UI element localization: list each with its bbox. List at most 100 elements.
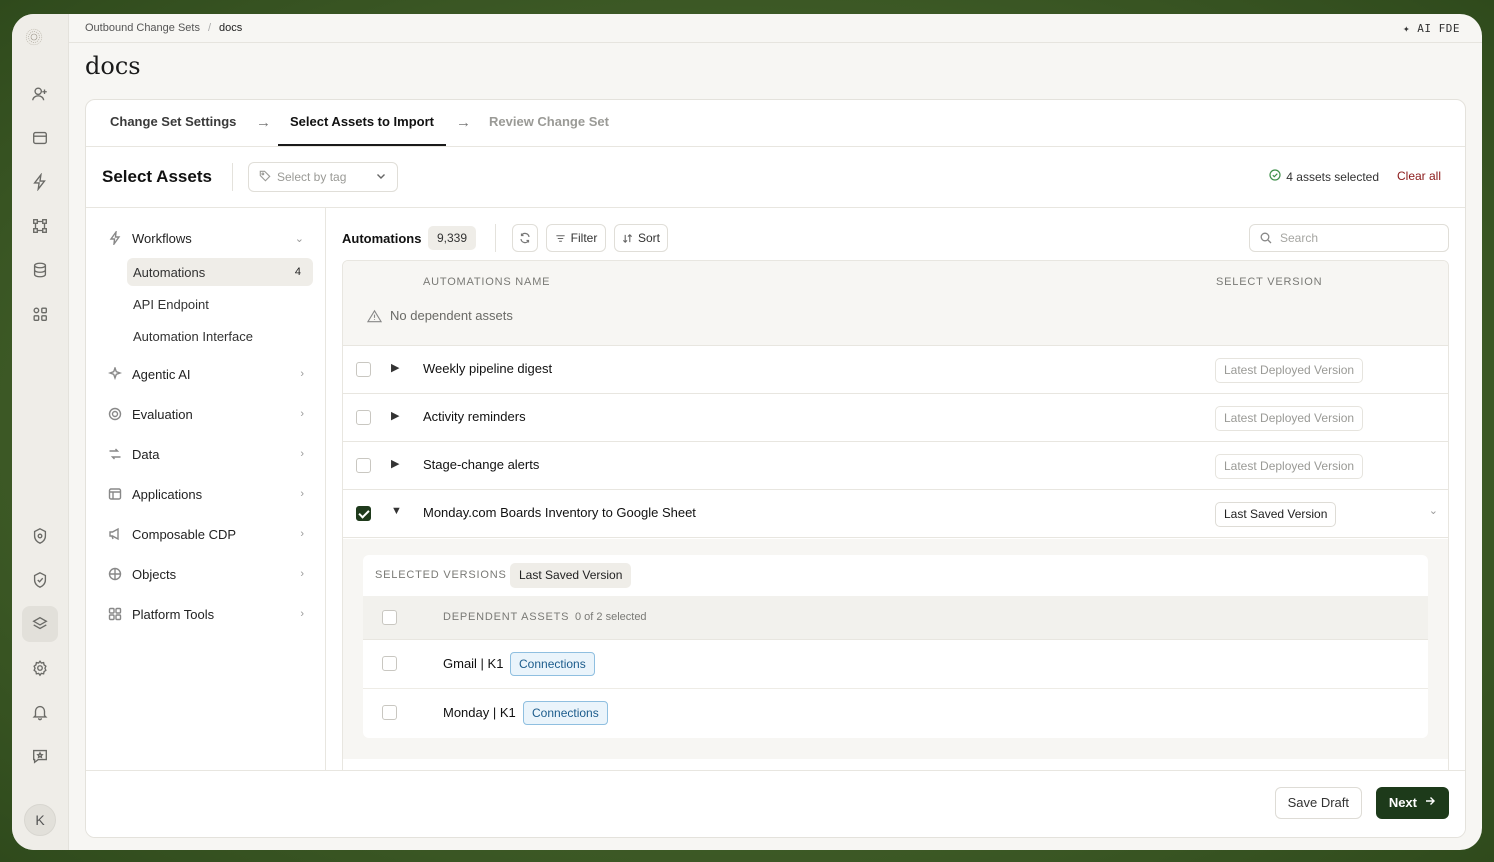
save-draft-button[interactable]: Save Draft xyxy=(1274,787,1362,819)
database-icon[interactable] xyxy=(22,252,58,288)
chevron-right-icon: › xyxy=(300,448,304,460)
asset-checkbox[interactable] xyxy=(382,656,397,671)
refresh-icon xyxy=(520,232,530,244)
column-header-name[interactable]: AUTOMATIONS NAME xyxy=(423,276,550,288)
version-select[interactable]: Latest Deployed Version xyxy=(1215,454,1364,479)
nav-agentic-ai[interactable]: Agentic AI › xyxy=(108,361,304,387)
table-row[interactable]: ▼ Monday.com Boards Inventory to Google … xyxy=(343,490,1448,538)
check-circle-icon xyxy=(1269,169,1281,184)
table-row[interactable]: ▶ Weekly pipeline digest Latest Deployed… xyxy=(343,346,1448,394)
arrow-right-icon xyxy=(1424,787,1436,819)
nav-label: Data xyxy=(132,446,160,462)
dependent-assets-header: DEPENDENT ASSETS 0 of 2 selected xyxy=(363,596,1428,640)
select-all-checkbox[interactable] xyxy=(382,610,397,625)
assets-title: Automations xyxy=(342,231,422,246)
expand-triangle-icon[interactable]: ▶ xyxy=(391,361,399,374)
chevron-down-icon: ⌄ xyxy=(294,232,304,245)
dependent-asset-row[interactable]: Monday | K1 Connections xyxy=(363,689,1428,738)
nav-data[interactable]: Data › xyxy=(108,441,304,467)
breadcrumb-parent[interactable]: Outbound Change Sets xyxy=(85,22,200,34)
tag-select[interactable]: Select by tag xyxy=(248,162,398,192)
nav-workflows[interactable]: Workflows ⌄ xyxy=(108,225,304,251)
layers-icon[interactable] xyxy=(22,606,58,642)
asset-checkbox[interactable] xyxy=(382,705,397,720)
selected-versions-label: SELECTED VERSIONS xyxy=(375,569,507,581)
tag-icon xyxy=(259,170,271,185)
row-checkbox[interactable] xyxy=(356,410,371,425)
filter-label: Filter xyxy=(570,231,598,245)
selected-version-chip: Last Saved Version xyxy=(510,563,632,588)
nav-platform-tools[interactable]: Platform Tools › xyxy=(108,601,304,627)
bell-icon[interactable] xyxy=(22,694,58,730)
lightning-icon[interactable] xyxy=(22,164,58,200)
nav-sub-label: Automations xyxy=(133,264,206,280)
step-select-assets[interactable]: Select Assets to Import xyxy=(290,114,434,129)
dependent-assets-panel: SELECTED VERSIONS Last Saved Version DEP… xyxy=(363,555,1428,738)
lightning-icon xyxy=(109,231,121,245)
breadcrumb-current: docs xyxy=(219,22,243,34)
brand-logo[interactable] xyxy=(25,28,55,58)
expand-triangle-icon[interactable]: ▶ xyxy=(391,457,399,470)
step-change-set-settings[interactable]: Change Set Settings xyxy=(110,114,236,129)
connections-tag: Connections xyxy=(510,652,595,676)
nav-sub-automations[interactable]: Automations 4 xyxy=(127,258,313,286)
nav-sub-automation-interface[interactable]: Automation Interface xyxy=(127,322,313,350)
feedback-icon[interactable] xyxy=(22,738,58,774)
sort-button[interactable]: Sort xyxy=(614,224,668,252)
shield-settings-icon[interactable] xyxy=(22,518,58,554)
gear-icon[interactable] xyxy=(22,650,58,686)
nav-sub-label: Automation Interface xyxy=(133,328,253,344)
grid-icon xyxy=(108,567,122,581)
user-plus-icon[interactable] xyxy=(22,76,58,112)
search-placeholder: Search xyxy=(1280,231,1319,245)
collapse-triangle-icon[interactable]: ▼ xyxy=(391,505,402,517)
step-arrow-icon: → xyxy=(256,114,271,131)
table-icon[interactable] xyxy=(22,120,58,156)
table-row[interactable]: ▶ Stage-change alerts Latest Deployed Ve… xyxy=(343,442,1448,490)
nav-evaluation[interactable]: Evaluation › xyxy=(108,401,304,427)
nav-sub-api-endpoint[interactable]: API Endpoint xyxy=(127,290,313,318)
assets-panel: Automations 9,339 Filter Sort Search AUT… xyxy=(326,208,1465,837)
next-button[interactable]: Next xyxy=(1375,787,1449,819)
chevron-right-icon: › xyxy=(300,568,304,580)
asset-type-nav: Workflows ⌄ Automations 4 API Endpoint A… xyxy=(86,208,326,837)
apps-icon[interactable] xyxy=(22,296,58,332)
row-checkbox[interactable] xyxy=(356,458,371,473)
chevron-down-icon[interactable]: ⌄ xyxy=(1429,504,1438,517)
nodes-icon[interactable] xyxy=(22,208,58,244)
search-input[interactable]: Search xyxy=(1249,224,1449,252)
row-checkbox-checked[interactable] xyxy=(356,506,371,521)
nav-applications[interactable]: Applications › xyxy=(108,481,304,507)
nav-label: Evaluation xyxy=(132,406,193,422)
selected-count-text: 4 assets selected xyxy=(1286,169,1379,184)
clear-all-link[interactable]: Clear all xyxy=(1397,169,1441,183)
select-assets-title: Select Assets xyxy=(102,167,212,186)
shield-check-icon[interactable] xyxy=(22,562,58,598)
divider xyxy=(232,163,233,191)
select-assets-header: Select Assets Select by tag 4 assets sel… xyxy=(86,147,1465,208)
step-review-change-set[interactable]: Review Change Set xyxy=(489,114,609,129)
version-select[interactable]: Latest Deployed Version xyxy=(1215,358,1364,383)
dependent-asset-row[interactable]: Gmail | K1 Connections xyxy=(363,640,1428,689)
step-arrow-icon: → xyxy=(456,114,471,131)
version-select[interactable]: Last Saved Version xyxy=(1215,502,1337,527)
no-dependent-text: No dependent assets xyxy=(390,308,513,323)
nav-objects[interactable]: Objects › xyxy=(108,561,304,587)
version-select[interactable]: Latest Deployed Version xyxy=(1215,406,1364,431)
nav-composable-cdp[interactable]: Composable CDP › xyxy=(108,521,304,547)
ai-fde-button[interactable]: ✦ AI FDE xyxy=(1403,22,1460,35)
row-checkbox[interactable] xyxy=(356,362,371,377)
chevron-right-icon: › xyxy=(300,488,304,500)
selected-count: 4 assets selected xyxy=(1269,169,1379,184)
chevron-right-icon: › xyxy=(300,368,304,380)
refresh-button[interactable] xyxy=(512,224,538,252)
filter-icon xyxy=(556,234,565,242)
nav-sub-label: API Endpoint xyxy=(133,296,209,312)
asset-name: Gmail | K1 xyxy=(443,656,504,671)
filter-button[interactable]: Filter xyxy=(546,224,606,252)
user-avatar[interactable]: K xyxy=(24,804,56,836)
table-row[interactable]: ▶ Activity reminders Latest Deployed Ver… xyxy=(343,394,1448,442)
row-name: Stage-change alerts xyxy=(423,457,540,472)
expand-triangle-icon[interactable]: ▶ xyxy=(391,409,399,422)
asset-name: Monday | K1 xyxy=(443,705,516,720)
